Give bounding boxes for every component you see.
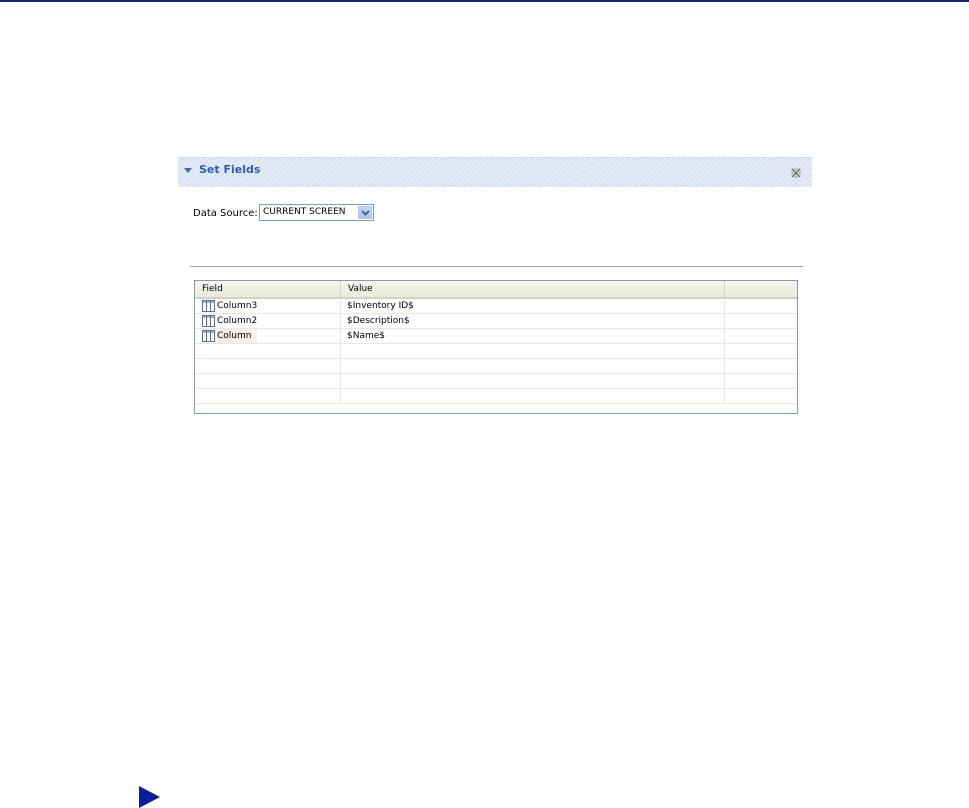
value-cell[interactable]: $Inventory ID$	[341, 299, 725, 314]
top-divider	[0, 0, 969, 2]
table-row-empty[interactable]	[195, 344, 797, 359]
field-name: Column2	[217, 316, 258, 326]
expanded-twisty-icon[interactable]	[184, 168, 192, 173]
data-source-value: CURRENT SCREEN	[263, 207, 346, 217]
column-header-field[interactable]: Field	[195, 281, 341, 299]
field-cell[interactable]: Column	[195, 329, 341, 344]
data-source-select[interactable]: CURRENT SCREEN	[259, 204, 374, 221]
field-cell[interactable]	[195, 344, 341, 359]
column-header-value[interactable]: Value	[341, 281, 725, 299]
field-name: Column3	[217, 301, 258, 311]
value-cell[interactable]: $Name$	[341, 329, 725, 344]
value-cell[interactable]: $Description$	[341, 314, 725, 329]
close-icon[interactable]	[790, 167, 802, 179]
extra-cell[interactable]	[725, 374, 797, 389]
table-row-empty[interactable]	[195, 374, 797, 389]
field-cell[interactable]	[195, 374, 341, 389]
extra-cell[interactable]	[725, 314, 797, 329]
table-row[interactable]: Column2 $Description$	[195, 314, 797, 329]
field-value: $Description$	[347, 316, 410, 326]
table-row-empty[interactable]	[195, 389, 797, 404]
field-cell[interactable]: Column2	[195, 314, 341, 329]
extra-cell[interactable]	[725, 329, 797, 344]
extra-cell[interactable]	[725, 344, 797, 359]
chevron-down-icon	[361, 210, 370, 216]
data-source-label: Data Source:	[193, 208, 258, 219]
field-name: Column	[217, 329, 258, 343]
column-icon	[202, 330, 215, 342]
extra-cell[interactable]	[725, 359, 797, 374]
section-title[interactable]: Set Fields	[199, 163, 260, 176]
extra-cell[interactable]	[725, 389, 797, 404]
field-cell[interactable]	[195, 389, 341, 404]
fields-table: Field Value Column3 $Inventory ID$ Colum…	[194, 280, 798, 414]
field-cell[interactable]	[195, 359, 341, 374]
next-arrow-icon[interactable]	[139, 786, 160, 808]
dropdown-button[interactable]	[358, 206, 372, 219]
column-header-extra[interactable]	[725, 281, 797, 299]
table-row-empty[interactable]	[195, 359, 797, 374]
table-header: Field Value	[195, 281, 797, 299]
column-icon	[202, 315, 215, 327]
section-header[interactable]: Set Fields	[178, 157, 812, 187]
value-cell[interactable]	[341, 389, 725, 404]
field-value: $Inventory ID$	[347, 301, 414, 311]
separator	[190, 266, 803, 267]
value-cell[interactable]	[341, 359, 725, 374]
field-cell[interactable]: Column3	[195, 299, 341, 314]
field-value: $Name$	[347, 331, 386, 341]
set-fields-section: Set Fields Data Source: CURRENT SCREEN F…	[178, 157, 812, 419]
value-cell[interactable]	[341, 344, 725, 359]
extra-cell[interactable]	[725, 299, 797, 314]
column-icon	[202, 300, 215, 312]
table-row[interactable]: Column $Name$	[195, 329, 797, 344]
table-row[interactable]: Column3 $Inventory ID$	[195, 299, 797, 314]
value-cell[interactable]	[341, 374, 725, 389]
